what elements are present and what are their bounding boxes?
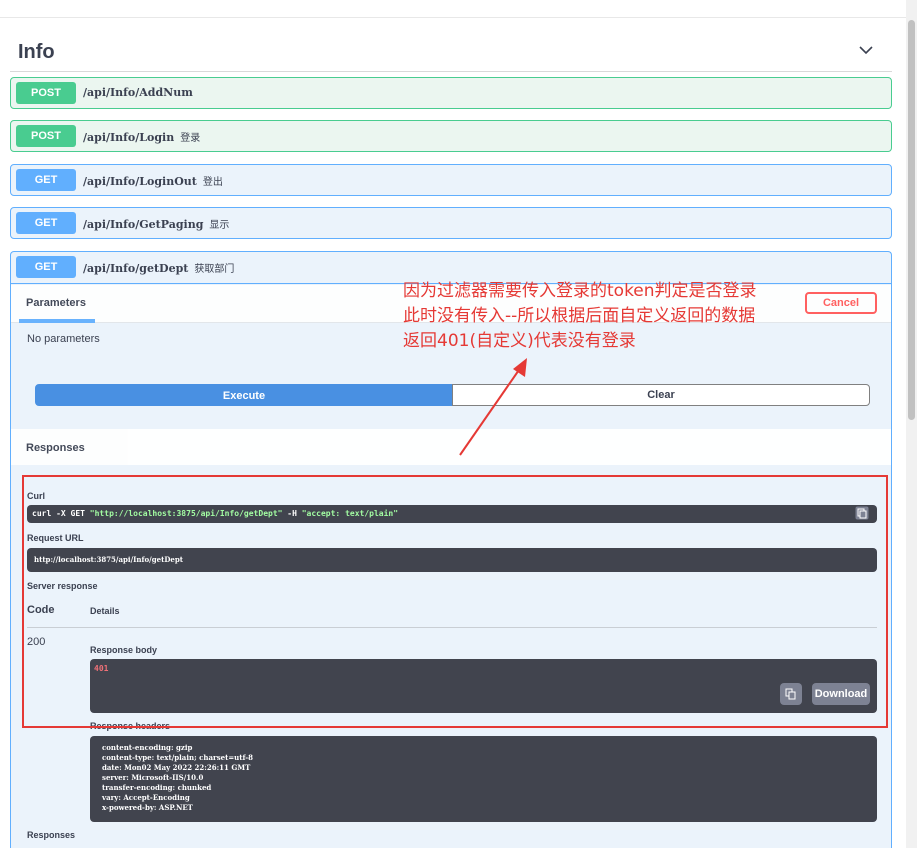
- annotation-line: 因为过滤器需要传入登录的token判定是否登录: [403, 281, 757, 301]
- scrollbar-thumb[interactable]: [908, 20, 915, 420]
- scrollbar[interactable]: [906, 0, 917, 848]
- method-badge: POST: [16, 125, 76, 147]
- method-badge: GET: [16, 256, 76, 278]
- responses-header: Responses: [11, 429, 891, 465]
- annotation-line: 此时没有传入--所以根据后面自定义返回的数据: [403, 306, 756, 326]
- header-line: content-type: text/plain; charset=utf-8: [102, 753, 254, 762]
- annotation-line: 返回401(自定义)代表没有登录: [403, 331, 636, 351]
- tab-parameters[interactable]: Parameters: [26, 297, 86, 309]
- operation-path: /api/Info/Login 登录: [83, 131, 201, 144]
- operation-description: 显示: [209, 220, 230, 231]
- operation-get-paging[interactable]: GET /api/Info/GetPaging 显示: [10, 207, 892, 239]
- header-line: date: Mon02 May 2022 22:26:11 GMT: [102, 763, 251, 772]
- operation-description: 获取部门: [194, 264, 235, 275]
- annotation-text: 因为过滤器需要传入登录的token判定是否登录 此时没有传入--所以根据后面自定…: [403, 279, 813, 354]
- method-badge: POST: [16, 82, 76, 104]
- method-badge: GET: [16, 169, 76, 191]
- header-line: x-powered-by: ASP.NET: [102, 803, 193, 812]
- chevron-down-icon[interactable]: [858, 42, 874, 58]
- section-header-info[interactable]: Info: [10, 36, 892, 72]
- top-bar: [0, 0, 906, 18]
- no-parameters-text: No parameters: [27, 333, 100, 345]
- response-headers: content-encoding: gzip content-type: tex…: [90, 736, 877, 822]
- method-badge: GET: [16, 212, 76, 234]
- header-line: server: Microsoft-IIS/10.0: [102, 773, 204, 782]
- cancel-button[interactable]: Cancel: [805, 292, 877, 314]
- header-line: vary: Accept-Encoding: [102, 793, 190, 802]
- header-line: transfer-encoding: chunked: [102, 783, 212, 792]
- operation-path: /api/Info/getDept 获取部门: [83, 262, 235, 275]
- annotation-arrow-icon: [459, 358, 527, 456]
- operation-description: 登录: [180, 133, 201, 144]
- operation-login[interactable]: POST /api/Info/Login 登录: [10, 120, 892, 152]
- operation-path: /api/Info/GetPaging 显示: [83, 218, 230, 231]
- responses-title: Responses: [26, 442, 85, 454]
- operation-description: 登出: [202, 177, 223, 188]
- execute-button[interactable]: Execute: [35, 384, 453, 406]
- section-title: Info: [18, 41, 55, 63]
- operation-path: /api/Info/LoginOut 登出: [83, 175, 223, 188]
- operation-add-num[interactable]: POST /api/Info/AddNum: [10, 77, 892, 109]
- responses-section-label: Responses: [27, 830, 76, 840]
- header-line: content-encoding: gzip: [102, 743, 193, 752]
- tab-underline: [19, 319, 95, 323]
- operation-login-out[interactable]: GET /api/Info/LoginOut 登出: [10, 164, 892, 196]
- operation-path: /api/Info/AddNum: [83, 86, 193, 99]
- annotation-highlight-box: [22, 475, 888, 728]
